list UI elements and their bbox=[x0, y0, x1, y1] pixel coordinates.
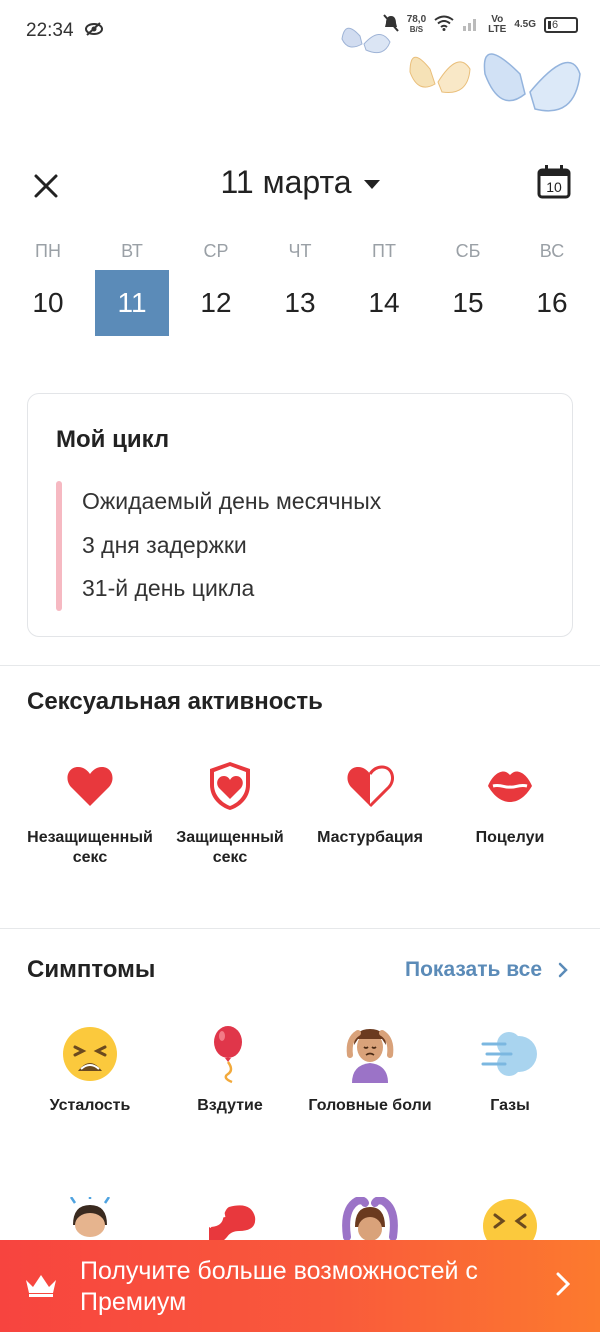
volte-top: Vo bbox=[491, 13, 504, 25]
net-speed-unit: B/S bbox=[409, 24, 424, 34]
battery-level: 6 bbox=[552, 18, 559, 31]
day-mon[interactable]: ПН 10 bbox=[6, 236, 90, 336]
battery-icon: 6 bbox=[544, 16, 578, 33]
chevron-right-icon bbox=[558, 962, 568, 978]
wifi-icon bbox=[434, 15, 454, 34]
week-strip: ПН 10 ВТ 11 СР 12 ЧТ 13 ПТ 14 СБ 15 ВС 16 bbox=[6, 236, 594, 336]
half-heart-icon bbox=[340, 756, 400, 816]
sexual-activity-grid: Незащищенный секс Защищенный секс Мастурба… bbox=[20, 756, 580, 868]
symptom-label: Головные боли bbox=[308, 1097, 432, 1114]
day-number: 13 bbox=[284, 287, 316, 318]
day-number: 10 bbox=[32, 287, 64, 318]
label-line-1: Поцелуи bbox=[475, 829, 545, 846]
symptom-gas[interactable]: Газы bbox=[440, 1024, 580, 1116]
volte-label: Vo LTE bbox=[488, 13, 507, 35]
caret-down-icon bbox=[363, 180, 380, 190]
activity-kisses[interactable]: Поцелуи bbox=[440, 756, 580, 868]
day-sun[interactable]: ВС 16 bbox=[510, 236, 594, 336]
premium-banner[interactable]: Получите больше возможностей с Премиум bbox=[0, 1240, 600, 1332]
net-speed: 78,0 B/S bbox=[406, 13, 427, 35]
network-type: 4.5G bbox=[514, 19, 536, 30]
show-all-link[interactable]: Показать все bbox=[405, 958, 568, 982]
weekday-label: ПТ bbox=[372, 241, 396, 261]
calendar-button[interactable]: 10 bbox=[536, 164, 572, 200]
calendar-day-number: 10 bbox=[546, 179, 562, 195]
day-number: 16 bbox=[536, 287, 568, 318]
activity-label: Мастурбация bbox=[317, 828, 423, 848]
day-number: 12 bbox=[200, 287, 232, 318]
premium-text: Получите больше возможностей с Премиум bbox=[80, 1257, 478, 1316]
status-time: 22:34 bbox=[26, 20, 74, 41]
symptom-headache[interactable]: Головные боли bbox=[300, 1024, 440, 1116]
weekday-label: ЧТ bbox=[288, 241, 312, 261]
day-sat[interactable]: СБ 15 bbox=[426, 236, 510, 336]
divider bbox=[0, 665, 600, 666]
status-bar: 22:34 78,0 B/S Vo LTE 4.5G 6 bbox=[0, 0, 600, 112]
signal-icon bbox=[462, 15, 480, 34]
cycle-line-expected: Ожидаемый день месячных bbox=[82, 488, 382, 514]
show-all-label: Показать все bbox=[405, 958, 542, 981]
label-line-1: Защищенный bbox=[176, 829, 284, 846]
symptom-label: Усталость bbox=[49, 1097, 131, 1114]
date-picker-toggle[interactable]: 11 марта bbox=[0, 164, 600, 201]
eye-icon bbox=[84, 20, 104, 43]
crown-icon bbox=[24, 1272, 58, 1303]
divider bbox=[0, 928, 600, 929]
label-line-2: секс bbox=[212, 849, 248, 866]
label-line-2: секс bbox=[72, 849, 108, 866]
label-line-1: Незащищенный bbox=[27, 829, 153, 846]
activity-unprotected[interactable]: Незащищенный секс bbox=[20, 756, 160, 868]
shield-heart-icon bbox=[200, 756, 260, 816]
wind-icon bbox=[480, 1024, 540, 1084]
day-number-selected: 11 bbox=[95, 270, 169, 336]
cycle-card[interactable]: Мой цикл Ожидаемый день месячных 3 дня з… bbox=[27, 393, 573, 637]
cycle-indicator-bar bbox=[56, 481, 62, 611]
headache-person-icon bbox=[340, 1024, 400, 1084]
activity-label: Незащищенный секс bbox=[27, 828, 153, 868]
day-number: 15 bbox=[452, 287, 484, 318]
cycle-line-day: 31-й день цикла bbox=[82, 575, 255, 601]
chevron-right-icon bbox=[556, 1272, 571, 1301]
day-tue[interactable]: ВТ 11 bbox=[90, 236, 174, 336]
day-fri[interactable]: ПТ 14 bbox=[342, 236, 426, 336]
weekday-label: ПН bbox=[35, 241, 61, 261]
mute-bell-icon bbox=[382, 14, 399, 35]
page-title: 11 марта bbox=[220, 164, 352, 200]
date-header: 11 марта 10 bbox=[0, 160, 600, 212]
symptom-label: Газы bbox=[490, 1097, 530, 1114]
symptoms-grid: Усталость Вздутие Головные боли Газы bbox=[20, 1024, 580, 1116]
volte-bottom: LTE bbox=[488, 23, 507, 35]
weekday-label: ВС bbox=[539, 241, 565, 261]
activity-label: Поцелуи bbox=[476, 828, 545, 848]
day-thu[interactable]: ЧТ 13 bbox=[258, 236, 342, 336]
weekday-label: СР bbox=[203, 241, 229, 261]
day-wed[interactable]: СР 12 bbox=[174, 236, 258, 336]
section-title-symptoms: Симптомы bbox=[27, 956, 156, 983]
weekday-label: ВТ bbox=[121, 241, 143, 261]
cycle-line-delay: 3 дня задержки bbox=[82, 532, 247, 558]
symptom-bloating[interactable]: Вздутие bbox=[160, 1024, 300, 1116]
weekday-label: СБ bbox=[455, 241, 481, 261]
cycle-card-title: Мой цикл bbox=[56, 426, 170, 453]
activity-protected[interactable]: Защищенный секс bbox=[160, 756, 300, 868]
lips-icon bbox=[480, 756, 540, 816]
label-line-1: Мастурбация bbox=[317, 829, 423, 846]
section-title-sexual-activity: Сексуальная активность bbox=[27, 688, 323, 715]
balloon-icon bbox=[200, 1024, 260, 1084]
heart-icon bbox=[60, 756, 120, 816]
status-icons: 78,0 B/S Vo LTE 4.5G 6 bbox=[382, 13, 578, 35]
day-number: 14 bbox=[368, 287, 400, 318]
activity-label: Защищенный секс bbox=[176, 828, 283, 868]
net-speed-value: 78,0 bbox=[406, 13, 427, 25]
activity-masturbation[interactable]: Мастурбация bbox=[300, 756, 440, 868]
symptom-label: Вздутие bbox=[197, 1097, 263, 1114]
tired-face-icon bbox=[60, 1024, 120, 1084]
symptom-fatigue[interactable]: Усталость bbox=[20, 1024, 160, 1116]
